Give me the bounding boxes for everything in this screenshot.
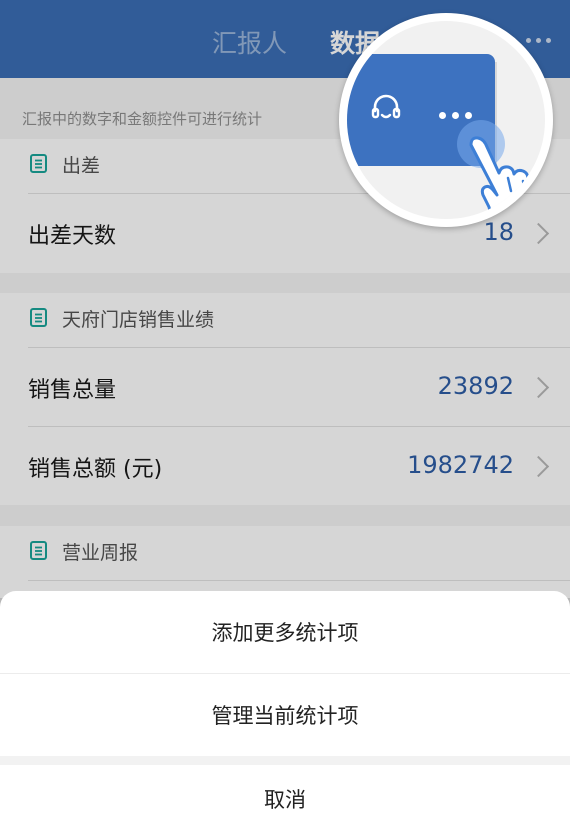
- magnifier-view: [347, 21, 545, 219]
- action-sheet: 添加更多统计项 管理当前统计项 取消: [0, 591, 570, 840]
- more-icon[interactable]: [439, 112, 475, 120]
- option-label: 添加更多统计项: [211, 621, 359, 645]
- option-label: 管理当前统计项: [211, 704, 359, 728]
- tap-hand-icon: [469, 136, 545, 219]
- headset-icon[interactable]: [369, 92, 403, 126]
- manage-stats-button[interactable]: 管理当前统计项: [0, 674, 570, 756]
- magnifier-callout: [339, 13, 553, 227]
- cancel-button[interactable]: 取消: [0, 758, 570, 840]
- add-more-stats-button[interactable]: 添加更多统计项: [0, 591, 570, 673]
- cancel-label: 取消: [264, 788, 306, 812]
